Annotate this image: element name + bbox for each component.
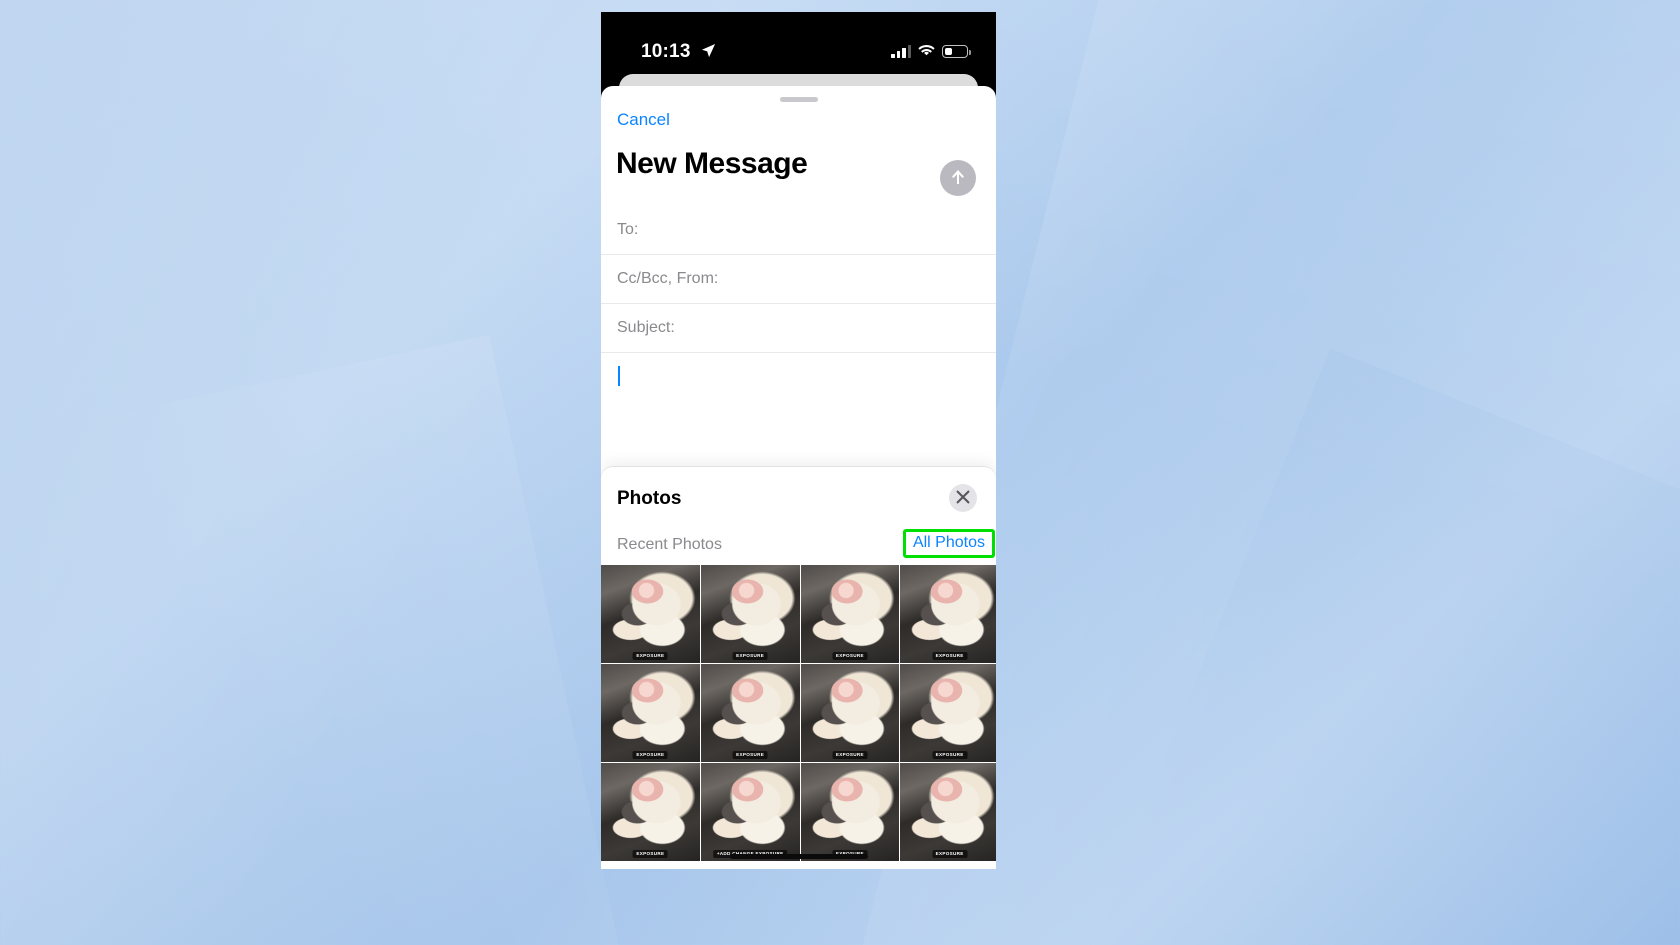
photo-thumbnail-image (800, 565, 900, 663)
wifi-icon (918, 45, 935, 58)
photo-badge: EXPOSURE (932, 750, 968, 759)
photo-thumbnail-7[interactable]: EXPOSURE (800, 664, 900, 762)
photo-thumbnail-10[interactable]: +ADD CHANGE EXPOSURE (700, 763, 800, 861)
photo-thumbnail-3[interactable]: EXPOSURE (800, 565, 900, 663)
photo-thumbnail-image (601, 565, 700, 663)
all-photos-highlight-box: All Photos (902, 529, 995, 558)
photo-thumbnail-image (601, 664, 700, 762)
close-x-icon (956, 490, 970, 507)
close-button[interactable] (949, 484, 977, 512)
send-arrow-up-icon (948, 167, 968, 190)
photos-section-row: Recent Photos All Photos (601, 529, 996, 565)
photo-thumbnail-image (900, 565, 996, 663)
to-field-label: To: (617, 221, 639, 238)
recent-photos-label: Recent Photos (617, 536, 722, 553)
photo-thumbnail-grid: EXPOSURE EXPOSURE EXPOSURE EXPOSURE EXPOSURE… (601, 565, 996, 869)
page-title: New Message (616, 147, 808, 180)
status-bar-time: 10:13 (641, 41, 691, 62)
photo-thumbnail-8[interactable]: EXPOSURE (900, 664, 996, 762)
photo-badge: EXPOSURE (632, 750, 668, 759)
subject-field[interactable]: Subject: (601, 304, 996, 353)
photo-thumbnail-image (800, 763, 900, 861)
status-bar: 10:13 (601, 12, 996, 74)
photo-thumbnail-image (601, 763, 700, 861)
location-arrow-icon (701, 43, 716, 58)
photo-thumbnail-4[interactable]: EXPOSURE (900, 565, 996, 663)
photo-badge: EXPOSURE (932, 849, 968, 858)
photos-picker-panel: Photos Recent Photos All Photos EXPOSURE… (601, 467, 996, 869)
photos-picker-title: Photos (617, 488, 682, 509)
photo-thumbnail-image (900, 664, 996, 762)
photo-thumbnail-1[interactable]: EXPOSURE (601, 565, 700, 663)
photo-thumbnail-11[interactable]: EXPOSURE (800, 763, 900, 861)
cc-bcc-from-field[interactable]: Cc/Bcc, From: (601, 255, 996, 304)
sheet-grabber-handle[interactable] (779, 97, 818, 102)
photo-badge: EXPOSURE (732, 750, 768, 759)
photo-thumbnail-image (900, 763, 996, 861)
photo-badge: EXPOSURE (632, 651, 668, 660)
to-field[interactable]: To: (601, 206, 996, 255)
text-caret (618, 366, 620, 386)
cellular-bars-icon (891, 45, 911, 58)
photos-picker-header: Photos (601, 467, 996, 529)
all-photos-link[interactable]: All Photos (913, 534, 985, 551)
photo-thumbnail-image (700, 565, 800, 663)
battery-icon (942, 45, 971, 58)
photo-thumbnail-image (800, 664, 900, 762)
photo-thumbnail-image (700, 763, 800, 861)
phone-screen: 10:13 Cancel New Message To: Cc/Bcc, Fro… (601, 12, 996, 869)
home-indicator (729, 854, 868, 859)
cc-bcc-from-field-label: Cc/Bcc, From: (617, 270, 719, 287)
wallpaper-streak (0, 334, 660, 945)
photo-thumbnail-12[interactable]: EXPOSURE (900, 763, 996, 861)
photo-thumbnail-6[interactable]: EXPOSURE (700, 664, 800, 762)
send-button[interactable] (940, 160, 976, 196)
photo-thumbnail-2[interactable]: EXPOSURE (700, 565, 800, 663)
photo-badge: EXPOSURE (832, 651, 868, 660)
photo-badge: EXPOSURE (632, 849, 668, 858)
photo-thumbnail-9[interactable]: EXPOSURE (601, 763, 700, 861)
cancel-button[interactable]: Cancel (617, 110, 670, 130)
status-bar-indicators (891, 42, 971, 58)
photo-badge: EXPOSURE (732, 651, 768, 660)
photo-badge: EXPOSURE (832, 750, 868, 759)
photo-thumbnail-image (700, 664, 800, 762)
subject-field-label: Subject: (617, 319, 675, 336)
photo-thumbnail-5[interactable]: EXPOSURE (601, 664, 700, 762)
photo-badge: EXPOSURE (932, 651, 968, 660)
wallpaper-streak (1067, 348, 1680, 945)
